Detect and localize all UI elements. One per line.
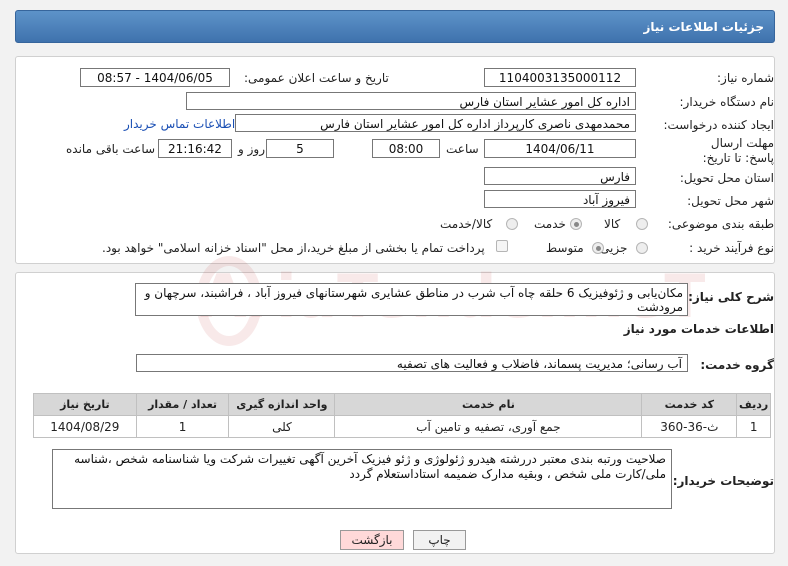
col-qty: تعداد / مقدار [135,393,230,416]
creator-field: محمدمهدی ناصری کارپرداز اداره کل امور عش… [235,114,636,132]
deadline-label: مهلت ارسال پاسخ: تا تاریخ: [702,136,774,165]
print-button[interactable]: چاپ [413,530,466,550]
col-unit: واحد اندازه گیری [228,393,336,416]
deadline-date-field: 1404/06/11 [484,139,636,158]
col-name: نام خدمت [334,393,643,416]
process-option-medium: متوسط [546,241,584,255]
col-date: تاریخ نیاز [33,393,137,416]
need-number-field: 1104003135000112 [484,68,636,87]
cell-qty: 1 [135,415,230,438]
city-field: فیروز آباد [484,190,636,208]
category-radio-goods[interactable] [636,218,648,230]
buyer-label: نام دستگاه خریدار: [679,95,775,109]
back-button[interactable]: بازگشت [340,530,404,550]
buyer-contact-link[interactable]: اطلاعات تماس خریدار [124,117,235,131]
services-section-title: اطلاعات خدمات مورد نیاز [623,322,774,336]
summary-textarea[interactable]: مکان‌یابی و ژئوفیزیک 6 حلقه چاه آب شرب د… [135,283,688,316]
info-panel [15,56,775,264]
col-code: کد خدمت [641,393,738,416]
category-option-goods-service: کالا/خدمت [440,217,493,231]
category-option-goods: کالا [604,217,621,231]
summary-label: شرح کلی نیاز: [688,290,774,304]
buyer-notes-textarea[interactable]: صلاحیت ورتبه بندی معتبر دررشته هیدرو ژئو… [52,449,672,509]
creator-label: ایجاد کننده درخواست: [663,118,774,132]
table-header-row: ردیف کد خدمت نام خدمت واحد اندازه گیری ت… [33,393,771,416]
payment-note: پرداخت تمام یا بخشی از مبلغ خرید،از محل … [102,241,485,255]
remaining-time-field: 21:16:42 [158,139,232,158]
announce-field: 1404/06/05 - 08:57 [80,68,230,87]
announce-label: تاریخ و ساعت اعلان عمومی: [244,71,389,85]
services-table: ردیف کد خدمت نام خدمت واحد اندازه گیری ت… [33,393,771,438]
category-option-service: خدمت [534,217,566,231]
category-label: طبقه بندی موضوعی: [667,217,774,231]
col-row: ردیف [736,393,771,416]
service-group-label: گروه خدمت: [700,358,774,372]
remaining-label: ساعت باقی مانده [66,142,156,156]
process-radio-medium[interactable] [592,242,604,254]
need-number-label: شماره نیاز: [717,71,774,85]
city-label: شهر محل تحویل: [687,194,774,208]
process-radio-minor[interactable] [636,242,648,254]
deadline-time-field: 08:00 [372,139,440,158]
table-row: 1 ث-36-360 جمع آوری، تصفیه و تامین آب کل… [33,415,771,438]
category-radio-service[interactable] [570,218,582,230]
days-field: 5 [266,139,334,158]
process-label: نوع فرآیند خرید : [689,241,774,255]
cell-row: 1 [736,415,771,438]
process-option-minor: جزیی [600,241,628,255]
deadline-time-label: ساعت [446,142,479,156]
service-group-field: آب رسانی؛ مدیریت پسماند، فاضلاب و فعالیت… [136,354,688,372]
days-label: روز و [238,142,265,156]
cell-code: ث-36-360 [641,415,738,438]
province-label: استان محل تحویل: [679,171,774,185]
page-title: جزئیات اطلاعات نیاز [643,20,764,34]
cell-name: جمع آوری، تصفیه و تامین آب [334,415,643,438]
cell-date: 1404/08/29 [33,415,137,438]
cell-unit: کلی [228,415,336,438]
province-field: فارس [484,167,636,185]
page-header: جزئیات اطلاعات نیاز [15,10,775,43]
category-radio-goods-service[interactable] [506,218,518,230]
buyer-notes-label: توضیحات خریدار: [672,474,774,488]
treasury-checkbox[interactable] [496,240,508,252]
buyer-field: اداره کل امور عشایر استان فارس [186,92,636,110]
